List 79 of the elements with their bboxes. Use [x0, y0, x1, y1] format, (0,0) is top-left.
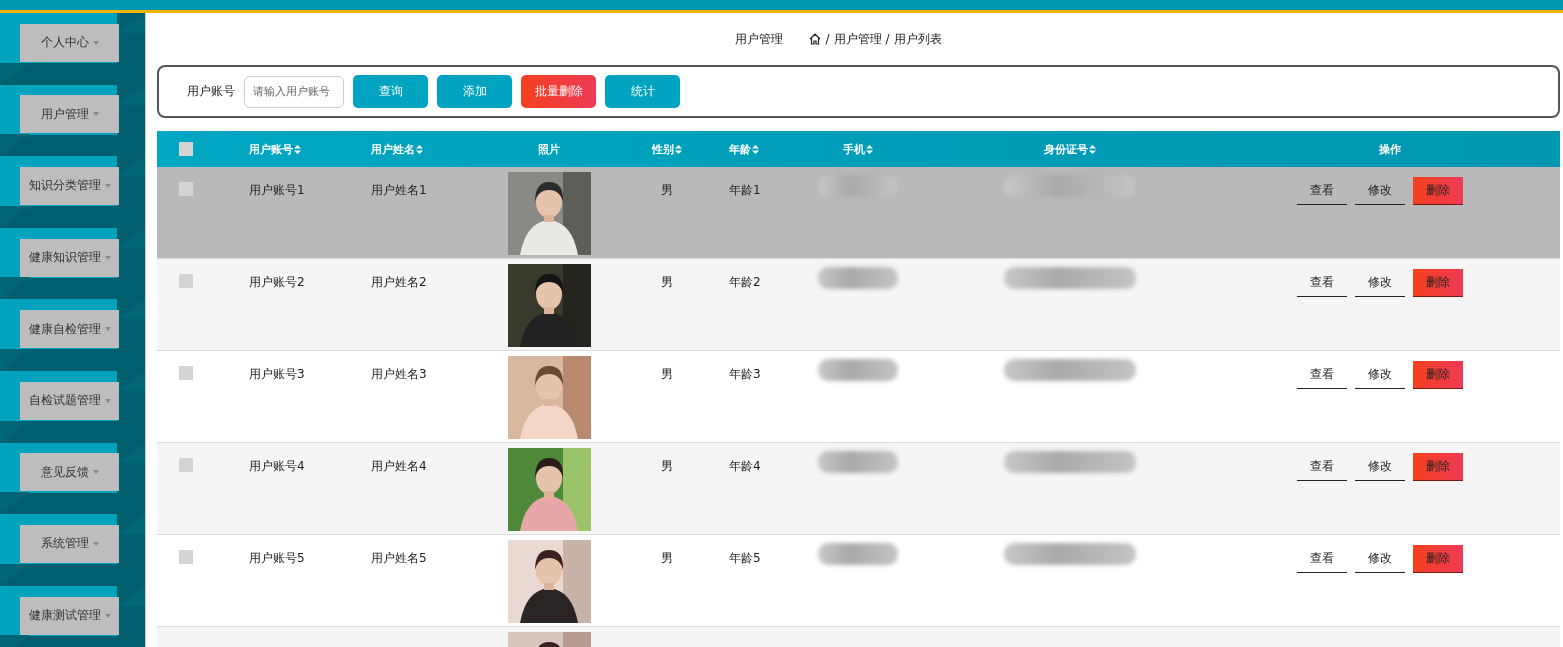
row-action-button[interactable]: 查看 — [1297, 269, 1347, 297]
row-action-button[interactable]: 修改 — [1355, 361, 1405, 389]
table-cell: 用户姓名2 — [371, 274, 427, 291]
caret-icon — [92, 541, 99, 546]
caret-icon — [104, 613, 111, 618]
table-cell: 用户姓名3 — [371, 366, 427, 383]
batch-delete-button[interactable]: 批量删除 — [521, 75, 596, 108]
table-cell: 用户账号5 — [249, 550, 305, 567]
menu-item[interactable]: 个人中心 — [20, 23, 119, 62]
menu-item[interactable]: 知识分类管理 — [20, 167, 119, 205]
column-header: 照片 — [538, 141, 560, 157]
row-action-button[interactable]: 查看 — [1297, 453, 1347, 481]
row-action-button[interactable]: 修改 — [1355, 177, 1405, 205]
table-cell: 用户姓名5 — [371, 550, 427, 567]
menu-item[interactable]: 自检试题管理 — [20, 381, 119, 420]
menu-item[interactable]: 意见反馈 — [20, 453, 119, 492]
table-cell: 用户账号4 — [249, 458, 305, 475]
delete-button[interactable]: 删除 — [1413, 269, 1463, 297]
table-cell: 用户姓名4 — [371, 458, 427, 475]
row-checkbox[interactable] — [179, 274, 193, 288]
delete-button[interactable]: 删除 — [1413, 545, 1463, 573]
sort-icon[interactable] — [675, 144, 682, 154]
table-cell: 年龄4 — [729, 458, 761, 475]
table-cell: 男 — [661, 366, 673, 383]
caret-icon — [92, 112, 99, 117]
table-cell: 年龄5 — [729, 550, 761, 567]
table-cell: 年龄2 — [729, 274, 761, 291]
table-cell: 用户账号2 — [249, 274, 305, 291]
sort-icon[interactable] — [752, 144, 759, 154]
row-checkbox[interactable] — [179, 458, 193, 472]
home-icon[interactable] — [809, 33, 822, 45]
table-cell: 男 — [661, 274, 673, 291]
column-header: 操作 — [1379, 141, 1401, 157]
breadcrumb-item[interactable]: 用户管理 — [833, 30, 882, 48]
delete-button[interactable]: 删除 — [1413, 361, 1463, 389]
account-input[interactable]: 请输入用户账号 — [244, 75, 344, 108]
row-checkbox[interactable] — [179, 366, 193, 380]
row-checkbox[interactable] — [179, 550, 193, 564]
table-cell: 用户姓名1 — [371, 182, 427, 199]
menu-item[interactable]: 健康自检管理 — [20, 310, 119, 349]
page-title: 用户管理 — [735, 30, 784, 48]
row-action-button[interactable]: 查看 — [1297, 361, 1347, 389]
table-cell: 年龄1 — [729, 182, 761, 199]
breadcrumb-separator: / — [825, 32, 830, 46]
delete-button[interactable]: 删除 — [1413, 453, 1463, 481]
row-action-button[interactable]: 修改 — [1355, 269, 1405, 297]
table-cell: 用户账号1 — [249, 182, 305, 199]
row-checkbox[interactable] — [179, 182, 193, 196]
menu-item[interactable]: 系统管理 — [20, 524, 119, 563]
table-cell: 男 — [661, 550, 673, 567]
delete-button[interactable]: 删除 — [1413, 177, 1463, 205]
table-row[interactable]: 用户账号2 用户姓名2 男 年龄2 查看 修改 删除 — [157, 259, 1560, 351]
caret-icon — [104, 327, 111, 332]
breadcrumb-item: 用户列表 — [893, 30, 942, 48]
breadcrumb-separator: / — [885, 32, 890, 46]
row-action-button[interactable]: 查看 — [1297, 177, 1347, 205]
table-row[interactable]: 用户账号1 用户姓名1 男 年龄1 查看 修改 删除 — [157, 167, 1560, 259]
caret-icon — [104, 255, 111, 260]
table-row[interactable]: 用户账号4 用户姓名4 男 年龄4 查看 修改 删除 — [157, 443, 1560, 535]
sort-icon[interactable] — [1089, 144, 1096, 154]
sort-icon[interactable] — [865, 144, 873, 154]
sort-icon[interactable] — [294, 144, 301, 154]
table-cell: 男 — [661, 458, 673, 475]
caret-icon — [92, 40, 99, 45]
caret-icon — [104, 398, 111, 403]
menu-item[interactable]: 健康知识管理 — [20, 238, 119, 277]
table-cell: 男 — [661, 182, 673, 199]
table-cell: 用户账号3 — [249, 366, 305, 383]
sort-icon[interactable] — [416, 144, 423, 154]
field-label: 用户账号 — [187, 83, 235, 100]
caret-icon — [104, 184, 111, 188]
row-action-button[interactable]: 查看 — [1297, 545, 1347, 573]
select-all-checkbox[interactable] — [179, 142, 193, 156]
menu-item[interactable]: 健康测试管理 — [20, 596, 119, 635]
table-cell: 年龄3 — [729, 366, 761, 383]
menu-item[interactable]: 用户管理 — [20, 95, 119, 134]
row-action-button[interactable]: 修改 — [1355, 453, 1405, 481]
row-action-button[interactable]: 修改 — [1355, 545, 1405, 573]
caret-icon — [92, 470, 99, 475]
